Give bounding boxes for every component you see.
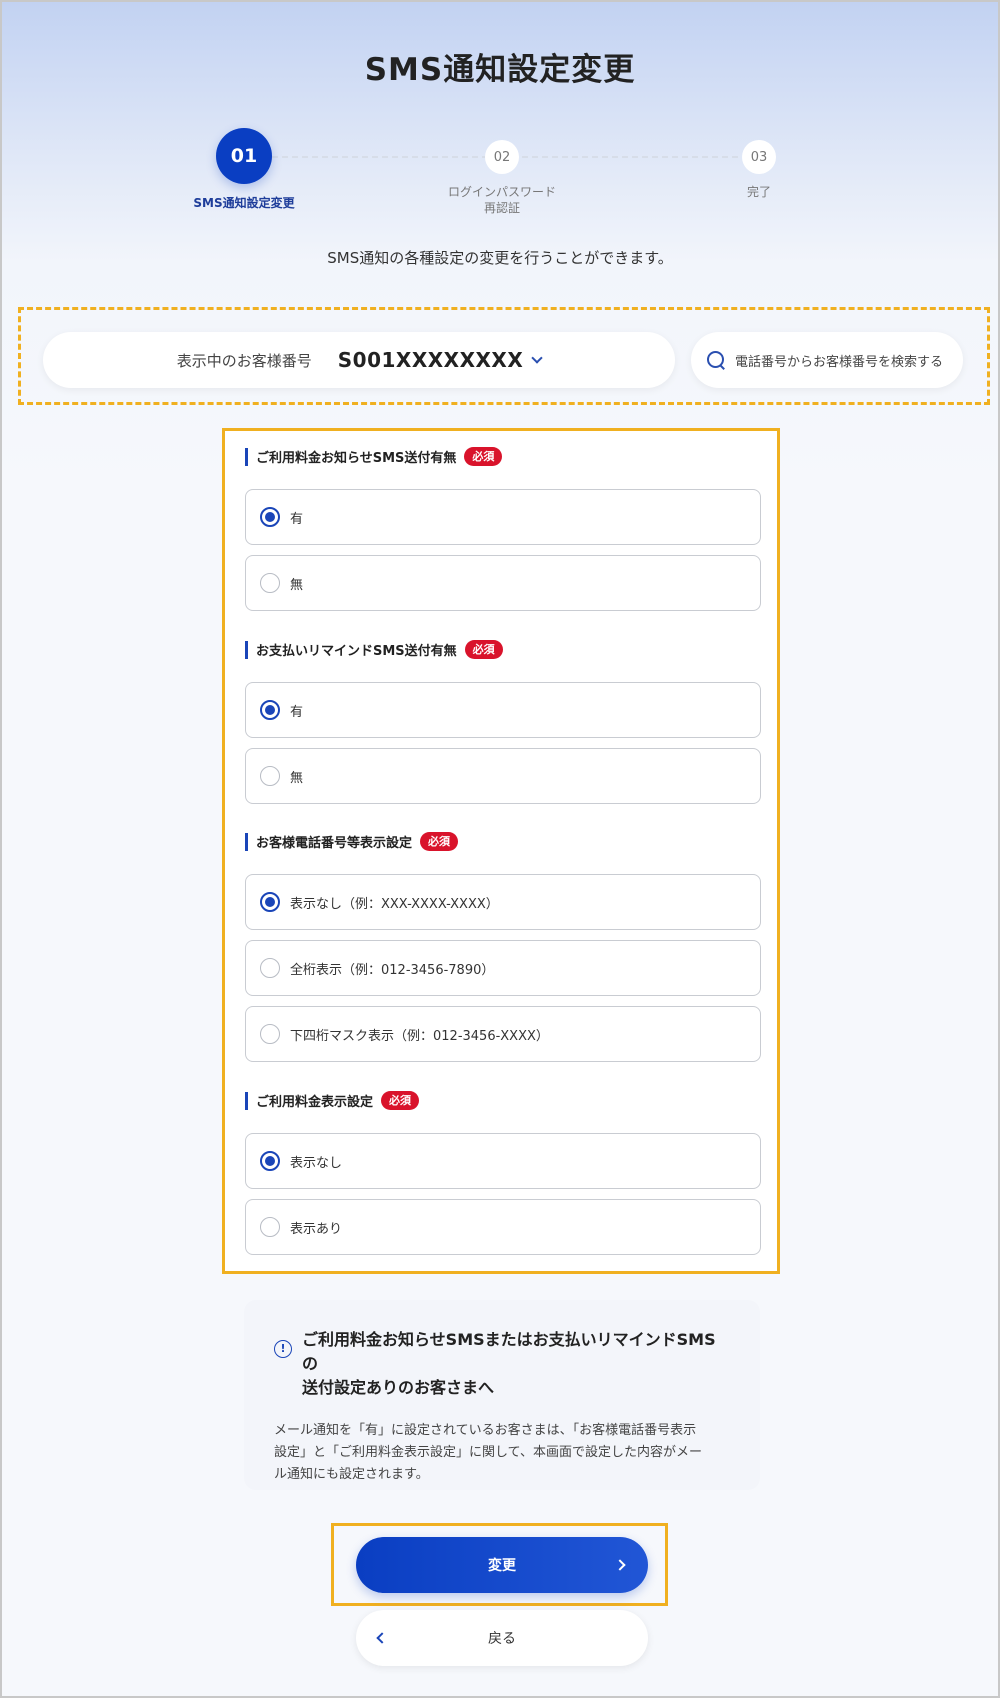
option-label: 全桁表示（例：012-3456-7890） <box>290 962 495 978</box>
radio-checked-icon[interactable] <box>260 507 280 527</box>
group-title-fee-display: ご利用料金表示設定 必須 <box>245 1091 420 1110</box>
group-title-text: お客様電話番号等表示設定 <box>256 836 413 851</box>
back-button[interactable]: 戻る <box>356 1610 648 1666</box>
option-phone-display-none[interactable]: 表示なし（例：XXX-XXXX-XXXX） <box>245 874 761 930</box>
option-reminder-sms-no[interactable]: 無 <box>245 748 761 804</box>
option-billing-sms-yes[interactable]: 有 <box>245 489 761 545</box>
submit-label: 変更 <box>488 1558 516 1574</box>
notice-title-line2: 送付設定ありのお客さまへ <box>302 1378 495 1397</box>
radio-unchecked-icon[interactable] <box>260 573 280 593</box>
step-3-label: 完了 <box>746 185 771 199</box>
notice-body-line2: 設定」と「ご利用料金表示設定」に関して、本画面で設定した内容がメー <box>274 1445 702 1460</box>
radio-checked-icon[interactable] <box>260 892 280 912</box>
radio-checked-icon[interactable] <box>260 700 280 720</box>
search-customer-label: 電話番号からお客様番号を検索する <box>735 354 944 370</box>
page-frame: SMS通知設定変更 01 SMS通知設定変更 02 ログインパスワード 再認証 … <box>0 0 1000 1698</box>
submit-highlight: 変更 <box>331 1523 668 1606</box>
back-label: 戻る <box>488 1631 516 1647</box>
option-reminder-sms-yes[interactable]: 有 <box>245 682 761 738</box>
required-badge: 必須 <box>464 447 503 466</box>
option-billing-sms-no[interactable]: 無 <box>245 555 761 611</box>
info-icon: ! <box>274 1340 292 1358</box>
step-2: 02 ログインパスワード 再認証 <box>432 140 572 216</box>
group-title-reminder-sms: お支払いリマインドSMS送付有無 必須 <box>245 640 503 659</box>
radio-checked-icon[interactable] <box>260 1151 280 1171</box>
group-title-phone-display: お客様電話番号等表示設定 必須 <box>245 832 459 851</box>
page-description: SMS通知の各種設定の変更を行うことができます。 <box>327 249 673 267</box>
group-title-billing-sms: ご利用料金お知らせSMS送付有無 必須 <box>245 447 503 466</box>
notice-body-line3: ル通知にも設定されます。 <box>274 1467 429 1482</box>
settings-form: ご利用料金お知らせSMS送付有無 必須 有 無 お支払いリマインドSMS送付有無… <box>222 428 780 1274</box>
notice-body: メール通知を「有」に設定されているお客さまは、「お客様電話番号表示 設定」と「ご… <box>274 1420 730 1486</box>
chevron-down-icon <box>531 352 543 364</box>
radio-unchecked-icon[interactable] <box>260 766 280 786</box>
customer-number-selector[interactable]: 表示中のお客様番号 S001XXXXXXXX <box>43 332 675 388</box>
radio-unchecked-icon[interactable] <box>260 958 280 978</box>
page-title: SMS通知設定変更 <box>364 52 636 88</box>
chevron-left-icon <box>376 1632 388 1644</box>
radio-unchecked-icon[interactable] <box>260 1024 280 1044</box>
option-phone-display-full[interactable]: 全桁表示（例：012-3456-7890） <box>245 940 761 996</box>
step-1-label: SMS通知設定変更 <box>193 196 295 210</box>
required-badge: 必須 <box>464 640 503 659</box>
step-3: 03 完了 <box>699 140 819 200</box>
customer-label: 表示中のお客様番号 <box>176 351 312 370</box>
notice-body-line1: メール通知を「有」に設定されているお客さまは、「お客様電話番号表示 <box>274 1423 697 1438</box>
customer-number: S001XXXXXXXX <box>337 348 524 372</box>
option-label: 有 <box>290 511 304 527</box>
step-1-number: 01 <box>216 128 272 184</box>
step-2-number: 02 <box>485 140 519 174</box>
notice-head: ! ご利用料金お知らせSMSまたはお支払いリマインドSMSの 送付設定ありのお客… <box>274 1328 730 1400</box>
step-2-label-line2: 再認証 <box>483 201 520 215</box>
option-phone-display-masked[interactable]: 下四桁マスク表示（例：012-3456-XXXX） <box>245 1006 761 1062</box>
search-customer-button[interactable]: 電話番号からお客様番号を検索する <box>691 332 963 388</box>
step-1: 01 SMS通知設定変更 <box>184 128 304 211</box>
step-3-number: 03 <box>742 140 776 174</box>
customer-area: 表示中のお客様番号 S001XXXXXXXX 電話番号からお客様番号を検索する <box>18 307 990 405</box>
option-fee-display-none[interactable]: 表示なし <box>245 1133 761 1189</box>
option-label: 表示あり <box>290 1221 343 1237</box>
group-title-text: ご利用料金お知らせSMS送付有無 <box>256 451 457 466</box>
submit-button[interactable]: 変更 <box>356 1537 648 1593</box>
required-badge: 必須 <box>420 832 459 851</box>
option-label: 無 <box>290 770 304 786</box>
required-badge: 必須 <box>381 1091 420 1110</box>
option-label: 表示なし <box>290 1155 343 1171</box>
option-label: 有 <box>290 704 304 720</box>
option-label: 無 <box>290 577 304 593</box>
notice-box: ! ご利用料金お知らせSMSまたはお支払いリマインドSMSの 送付設定ありのお客… <box>244 1300 760 1490</box>
chevron-right-icon <box>614 1559 626 1571</box>
option-label: 下四桁マスク表示（例：012-3456-XXXX） <box>290 1028 549 1044</box>
notice-title-line1: ご利用料金お知らせSMSまたはお支払いリマインドSMSの <box>302 1330 716 1373</box>
search-icon <box>707 351 725 369</box>
group-title-text: ご利用料金表示設定 <box>256 1095 374 1110</box>
group-title-text: お支払いリマインドSMS送付有無 <box>256 644 457 659</box>
step-2-label: ログインパスワード 再認証 <box>432 184 572 216</box>
option-label: 表示なし（例：XXX-XXXX-XXXX） <box>290 896 499 912</box>
option-fee-display-shown[interactable]: 表示あり <box>245 1199 761 1255</box>
notice-title: ご利用料金お知らせSMSまたはお支払いリマインドSMSの 送付設定ありのお客さま… <box>302 1328 730 1400</box>
step-2-label-line1: ログインパスワード <box>447 185 556 199</box>
radio-unchecked-icon[interactable] <box>260 1217 280 1237</box>
